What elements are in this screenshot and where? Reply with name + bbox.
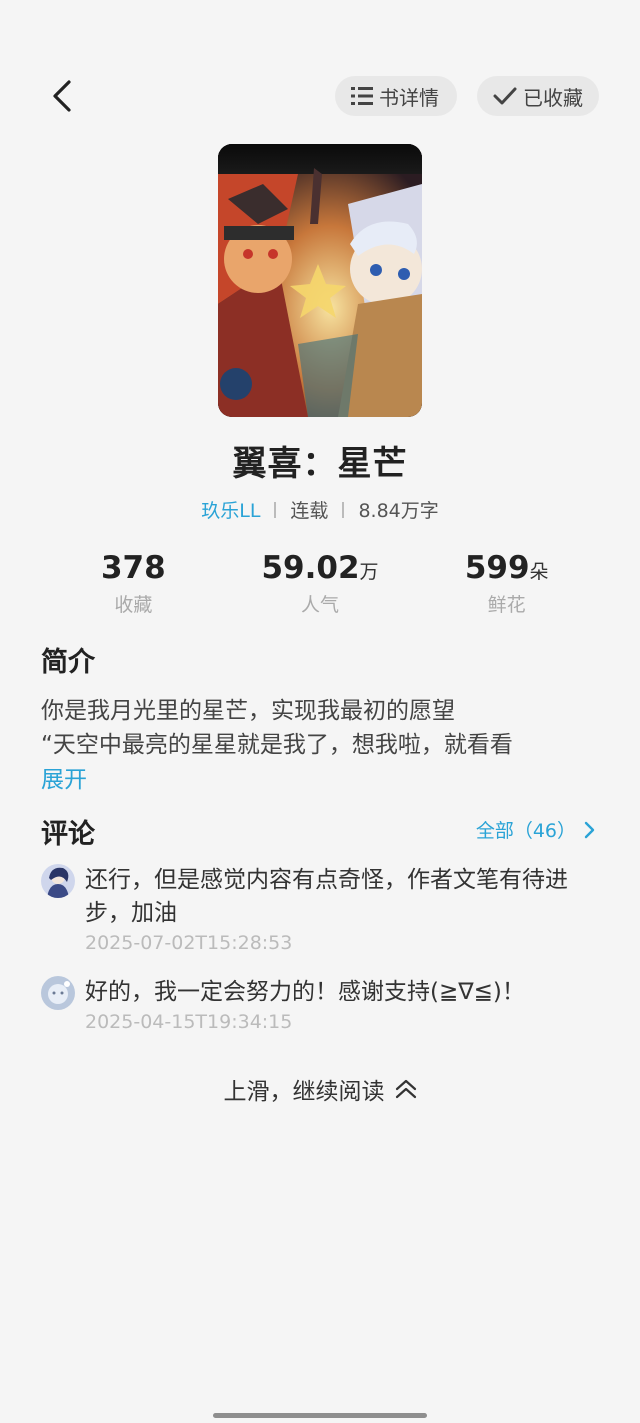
comment-text: 还行，但是感觉内容有点奇怪，作者文笔有待进步，加油 [85,867,568,926]
word-count: 8.84万字 [358,500,439,522]
continue-reading-button[interactable]: 上滑，继续阅读 [0,1072,640,1106]
comment-body: 还行，但是感觉内容有点奇怪，作者文笔有待进步，加油 2025-07-02T15:… [85,864,601,954]
stat-label: 人气 [301,594,340,616]
intro-text: 你是我月光里的星芒，实现我最初的愿望 “天空中最亮的星星就是我了，想我啦，就看看 [41,694,606,762]
avatar[interactable] [41,864,75,898]
meta-divider [342,501,345,518]
avatar[interactable] [41,976,75,1010]
all-comments-link[interactable]: 全部（46） [476,816,596,843]
author-link[interactable]: 玖乐LL [201,496,260,523]
stat-value: 378 [100,550,166,586]
stat-unit: 朵 [529,561,549,583]
comments-heading: 评论 [41,819,95,850]
stat-label: 收藏 [114,594,153,616]
list-icon [351,87,373,105]
stat-value: 599 [464,550,530,586]
stat-unit: 万 [359,561,379,583]
intro-line: “天空中最亮的星星就是我了，想我啦，就看看 [41,732,513,758]
stats-row: 378 收藏 59.02万 人气 599朵 鲜花 [40,550,600,617]
intro-heading: 简介 [41,647,95,678]
book-detail-button[interactable]: 书详情 [335,76,457,116]
meta-divider [274,501,277,518]
book-meta: 玖乐LL 连载 8.84万字 [0,496,640,523]
chevron-right-icon [584,821,595,838]
chevron-left-icon [53,80,71,112]
continue-reading-label: 上滑，继续阅读 [223,1079,385,1105]
expand-button[interactable]: 展开 [41,760,87,794]
stat-value: 59.02 [261,550,360,586]
top-bar: 书详情 已收藏 [0,72,640,120]
favorited-label: 已收藏 [523,85,583,110]
book-cover [218,144,422,417]
serial-status: 连载 [290,500,329,522]
back-button[interactable] [42,76,82,116]
book-title: 翼喜：星芒 [232,444,408,484]
stat-label: 鲜花 [487,594,526,616]
comment-text: 好的，我一定会努力的！感谢支持(≧∇≦)！ [85,979,525,1005]
all-comments-label: 全部（46） [475,820,576,842]
check-icon [493,87,517,105]
favorited-button[interactable]: 已收藏 [477,76,599,116]
stat-flowers: 599朵 鲜花 [413,550,600,617]
home-indicator[interactable] [213,1413,427,1418]
stat-favorites: 378 收藏 [40,550,227,617]
comment-body: 好的，我一定会努力的！感谢支持(≧∇≦)！ 2025-04-15T19:34:1… [85,976,601,1033]
comment-time: 2025-04-15T19:34:15 [85,1011,293,1033]
intro-line: 你是我月光里的星芒，实现我最初的愿望 [41,698,455,724]
stat-popularity: 59.02万 人气 [227,550,414,617]
comment-time: 2025-07-02T15:28:53 [85,932,293,954]
double-chevron-up-icon [395,1079,416,1099]
book-detail-label: 书详情 [379,85,439,110]
